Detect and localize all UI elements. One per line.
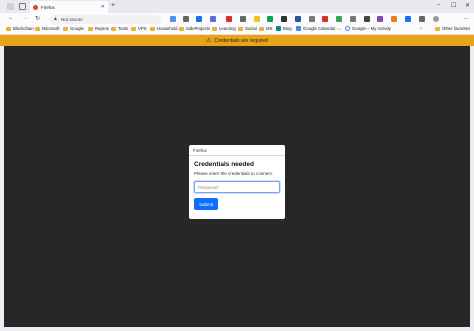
- bookmark-label: Social: [245, 26, 257, 31]
- bookmark-google-my-activity[interactable]: Google – My Activity: [345, 26, 391, 31]
- bookmark-label: Google – My Activity: [352, 26, 391, 31]
- calendar-icon: [296, 26, 301, 31]
- window-border-bottom: [0, 327, 474, 331]
- bookmark-label: Learning: [219, 26, 236, 31]
- firefox-favicon-icon: [33, 4, 38, 10]
- tab-firefox[interactable]: Firefox ✕: [30, 1, 108, 13]
- gmail-icon[interactable]: [226, 16, 232, 22]
- extension-icon[interactable]: [336, 16, 342, 22]
- navigation-toolbar: ← → ↻ ▲ Not secure …: [0, 13, 474, 25]
- bookmark-folder-sideprojects[interactable]: SideProjects: [179, 26, 210, 31]
- folder-icon: [63, 26, 68, 31]
- bookmark-label: Tools: [118, 26, 129, 31]
- address-bar[interactable]: ▲ Not secure: [49, 14, 162, 24]
- bookmark-google-calendar[interactable]: Google Calendar -...: [296, 26, 342, 31]
- bookmark-folder-microsoft[interactable]: Microsoft: [35, 26, 59, 31]
- bookmark-label: SideProjects: [186, 26, 211, 31]
- bookmark-label: Other favorites: [442, 26, 471, 31]
- extension-icon[interactable]: [419, 16, 425, 22]
- tab-close-icon[interactable]: ✕: [101, 4, 105, 10]
- info-bar-message: Credentials are required: [214, 37, 269, 44]
- dialog-body: Credentials needed Please enter the cred…: [189, 156, 285, 210]
- not-secure-label: Not secure: [60, 16, 83, 22]
- bing-icon: [276, 26, 281, 31]
- password-input[interactable]: [194, 181, 280, 193]
- extension-icon[interactable]: [377, 16, 383, 22]
- settings-menu-button[interactable]: …: [463, 15, 469, 21]
- reload-button[interactable]: ↻: [35, 15, 40, 22]
- extension-icon[interactable]: [196, 16, 202, 22]
- bookmark-folder-learning[interactable]: Learning: [212, 26, 236, 31]
- extension-icon[interactable]: [210, 16, 216, 22]
- extension-icon[interactable]: [391, 16, 397, 22]
- dialog-header: Firefox: [189, 145, 285, 156]
- bookmark-folder-tools[interactable]: Tools: [111, 26, 128, 31]
- bookmark-label: Repros: [95, 26, 109, 31]
- extension-icon[interactable]: [405, 16, 411, 22]
- maximize-button[interactable]: ☐: [451, 2, 456, 9]
- bookmark-label: Google: [70, 26, 84, 31]
- extension-icon[interactable]: [170, 16, 176, 22]
- folder-icon: [150, 26, 155, 31]
- bookmarks-overflow-chevron-icon[interactable]: ›: [420, 26, 422, 32]
- tab-strip: Firefox ✕ + – ☐ ✕: [0, 0, 474, 13]
- extensions-row: [170, 16, 456, 23]
- bookmark-folder-ms[interactable]: MS: [259, 26, 272, 31]
- workspaces-icon[interactable]: [7, 3, 14, 10]
- bookmark-folder-repros[interactable]: Repros: [88, 26, 109, 31]
- bookmark-label: Bing: [283, 26, 292, 31]
- folder-icon: [111, 26, 116, 31]
- bookmark-label: Blockchain: [13, 26, 34, 31]
- bookmark-label: VPS: [138, 26, 147, 31]
- bookmark-folder-google[interactable]: Google: [63, 26, 84, 31]
- extension-icon[interactable]: [281, 16, 287, 22]
- extension-icon[interactable]: [240, 16, 246, 22]
- bookmark-label: Household: [157, 26, 178, 31]
- bookmarks-bar: Blockchain Microsoft Google Repros Tools…: [0, 25, 474, 35]
- close-window-button[interactable]: ✕: [465, 2, 470, 9]
- extension-icon[interactable]: [183, 16, 189, 22]
- bookmark-label: Microsoft: [42, 26, 60, 31]
- minimize-button[interactable]: –: [437, 2, 440, 8]
- bookmark-label: Google Calendar -...: [303, 26, 342, 31]
- bookmark-folder-vps[interactable]: VPS: [131, 26, 147, 31]
- warning-icon: ⚠: [205, 38, 212, 44]
- extension-icon[interactable]: [309, 16, 315, 22]
- credentials-dialog: Firefox Credentials needed Please enter …: [189, 145, 285, 219]
- profile-avatar-icon[interactable]: [433, 16, 439, 22]
- google-icon: [345, 26, 350, 31]
- folder-icon: [238, 26, 243, 31]
- bookmark-label: MS: [266, 26, 273, 31]
- bookmark-folder-household[interactable]: Household: [150, 26, 178, 31]
- folder-icon: [88, 26, 93, 31]
- bookmark-folder-other-favorites[interactable]: Other favorites: [435, 26, 470, 31]
- folder-icon: [212, 26, 217, 31]
- extension-icon[interactable]: [322, 16, 328, 22]
- not-secure-icon[interactable]: ▲: [53, 16, 58, 22]
- back-button[interactable]: ←: [8, 15, 14, 21]
- extension-icon[interactable]: [254, 16, 260, 22]
- forward-button[interactable]: →: [22, 15, 28, 21]
- extension-icon[interactable]: [350, 16, 356, 22]
- folder-icon: [6, 26, 11, 31]
- folder-icon: [435, 26, 440, 31]
- folder-icon: [131, 26, 136, 31]
- bookmark-folder-blockchain[interactable]: Blockchain: [6, 26, 34, 31]
- extension-icon[interactable]: [295, 16, 301, 22]
- submit-button[interactable]: Submit: [194, 198, 218, 210]
- folder-icon: [35, 26, 40, 31]
- window-border-right: [470, 46, 474, 327]
- dialog-description: Please enter the credentials to connect.: [194, 171, 274, 176]
- bookmark-bing[interactable]: Bing: [276, 26, 292, 31]
- folder-icon: [259, 26, 264, 31]
- folder-icon: [179, 26, 184, 31]
- tab-title: Firefox: [41, 4, 55, 10]
- extension-icon[interactable]: [364, 16, 370, 22]
- tab-actions-icon[interactable]: [19, 3, 26, 10]
- credentials-info-bar: ⚠ Credentials are required: [0, 35, 474, 46]
- bookmark-folder-social[interactable]: Social: [238, 26, 257, 31]
- new-tab-button[interactable]: +: [111, 2, 115, 9]
- dialog-heading: Credentials needed: [194, 161, 254, 168]
- extension-icon[interactable]: [267, 16, 273, 22]
